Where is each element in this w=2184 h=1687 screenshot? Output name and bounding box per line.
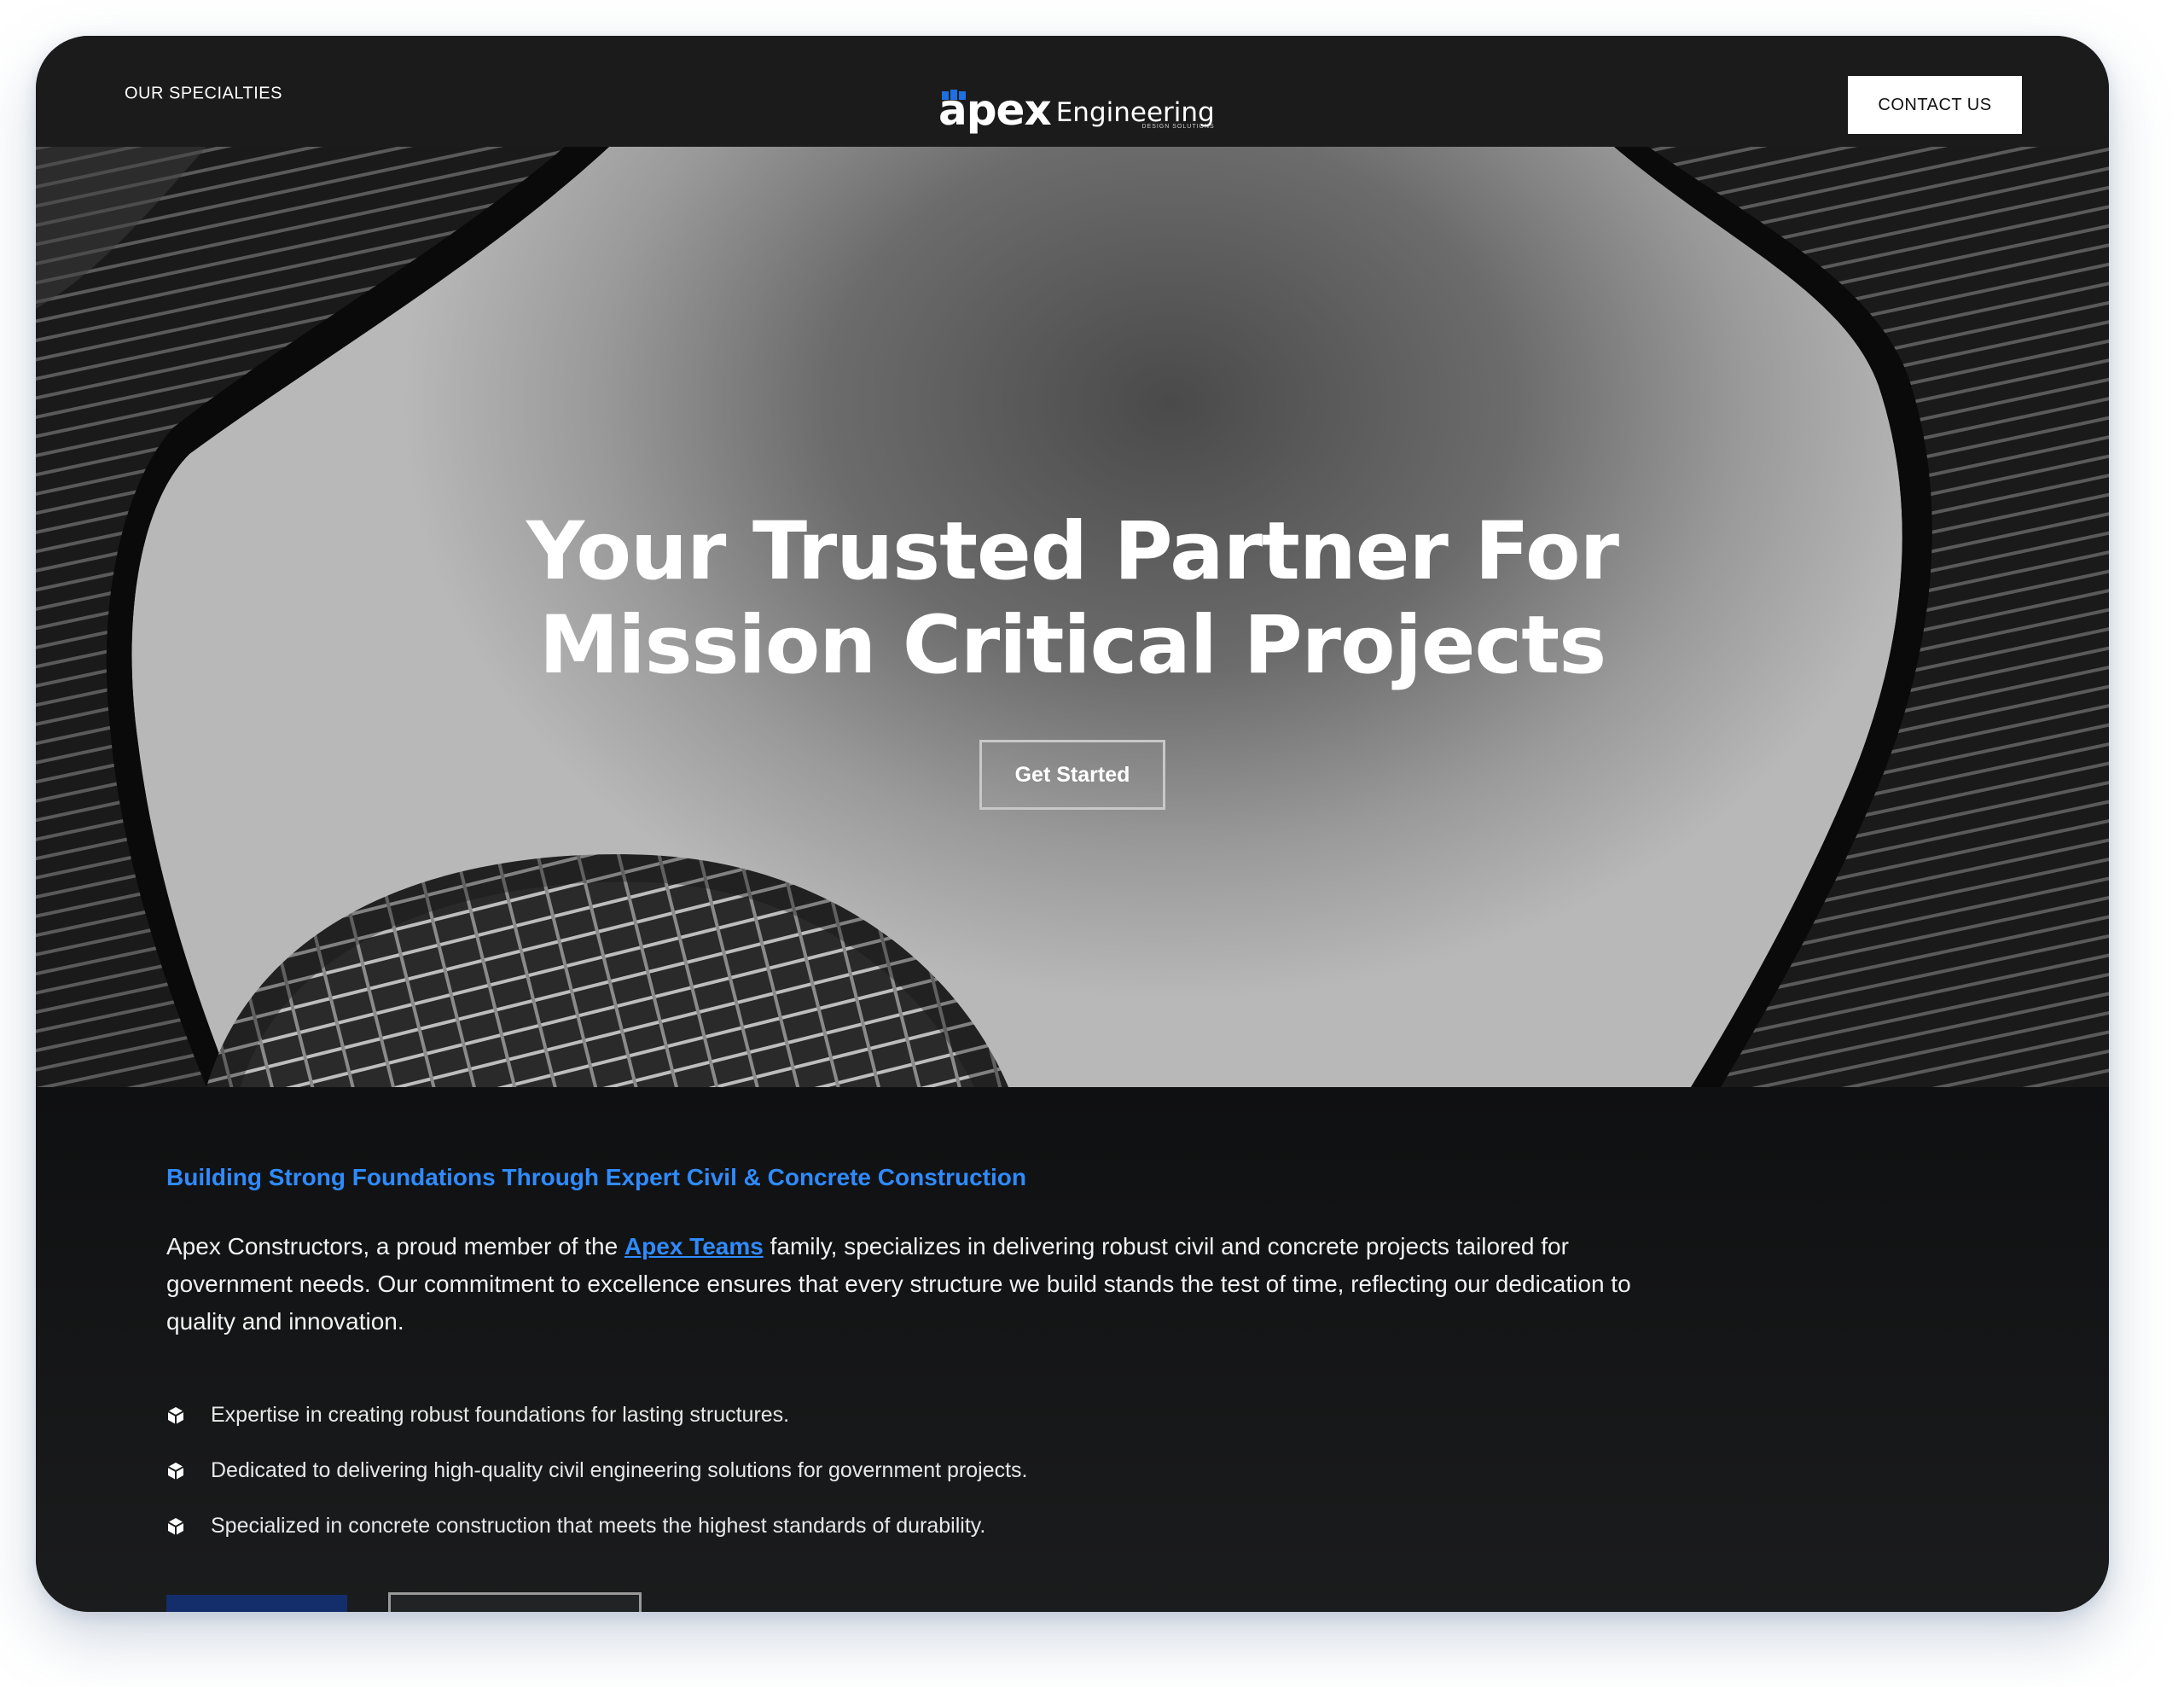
feature-text: Expertise in creating robust foundations… <box>211 1403 790 1427</box>
hero-section: Your Trusted Partner For Mission Critica… <box>36 147 2109 1087</box>
logo-wordmark: Engineering DESIGN SOLUTIONS <box>1056 98 1215 131</box>
feature-list: Expertise in creating robust foundations… <box>166 1387 1027 1554</box>
about-paragraph: Apex Constructors, a proud member of the… <box>166 1228 1693 1341</box>
site-header: OUR SPECIALTIES apex Engineering DESIGN … <box>36 36 2109 147</box>
cube-icon <box>167 1406 184 1424</box>
site-logo[interactable]: apex Engineering DESIGN SOLUTIONS <box>938 80 1215 131</box>
logo-accent-icon <box>942 90 966 100</box>
hero-title-line-2: Mission Critical Projects <box>538 599 1606 692</box>
feature-text: Specialized in concrete construction tha… <box>211 1514 986 1538</box>
cube-icon <box>167 1517 184 1535</box>
apex-teams-link[interactable]: Apex Teams <box>624 1233 764 1259</box>
get-started-button[interactable]: Get Started <box>979 740 1165 810</box>
logo-tagline: DESIGN SOLUTIONS <box>1141 124 1215 130</box>
browser-frame: OUR SPECIALTIES apex Engineering DESIGN … <box>36 36 2109 1612</box>
list-item: Specialized in concrete construction tha… <box>166 1498 1027 1554</box>
primary-action-button[interactable] <box>166 1595 347 1612</box>
para-text-before: Apex Constructors, a proud member of the <box>166 1233 624 1259</box>
about-section: Building Strong Foundations Through Expe… <box>36 1087 2109 1612</box>
secondary-action-button[interactable] <box>388 1592 642 1612</box>
contact-us-button[interactable]: CONTACT US <box>1848 76 2022 134</box>
section-kicker: Building Strong Foundations Through Expe… <box>166 1164 1026 1190</box>
hero-title-line-1: Your Trusted Partner For <box>526 505 1619 598</box>
feature-text: Dedicated to delivering high-quality civ… <box>211 1458 1028 1482</box>
logo-mark: apex <box>938 89 1052 131</box>
hero-title: Your Trusted Partner For Mission Critica… <box>36 505 2109 693</box>
list-item: Dedicated to delivering high-quality civ… <box>166 1443 1027 1498</box>
nav-our-specialties[interactable]: OUR SPECIALTIES <box>125 84 282 104</box>
cube-icon <box>167 1462 184 1480</box>
logo-word-text: Engineering <box>1055 97 1215 128</box>
list-item: Expertise in creating robust foundations… <box>166 1387 1027 1443</box>
